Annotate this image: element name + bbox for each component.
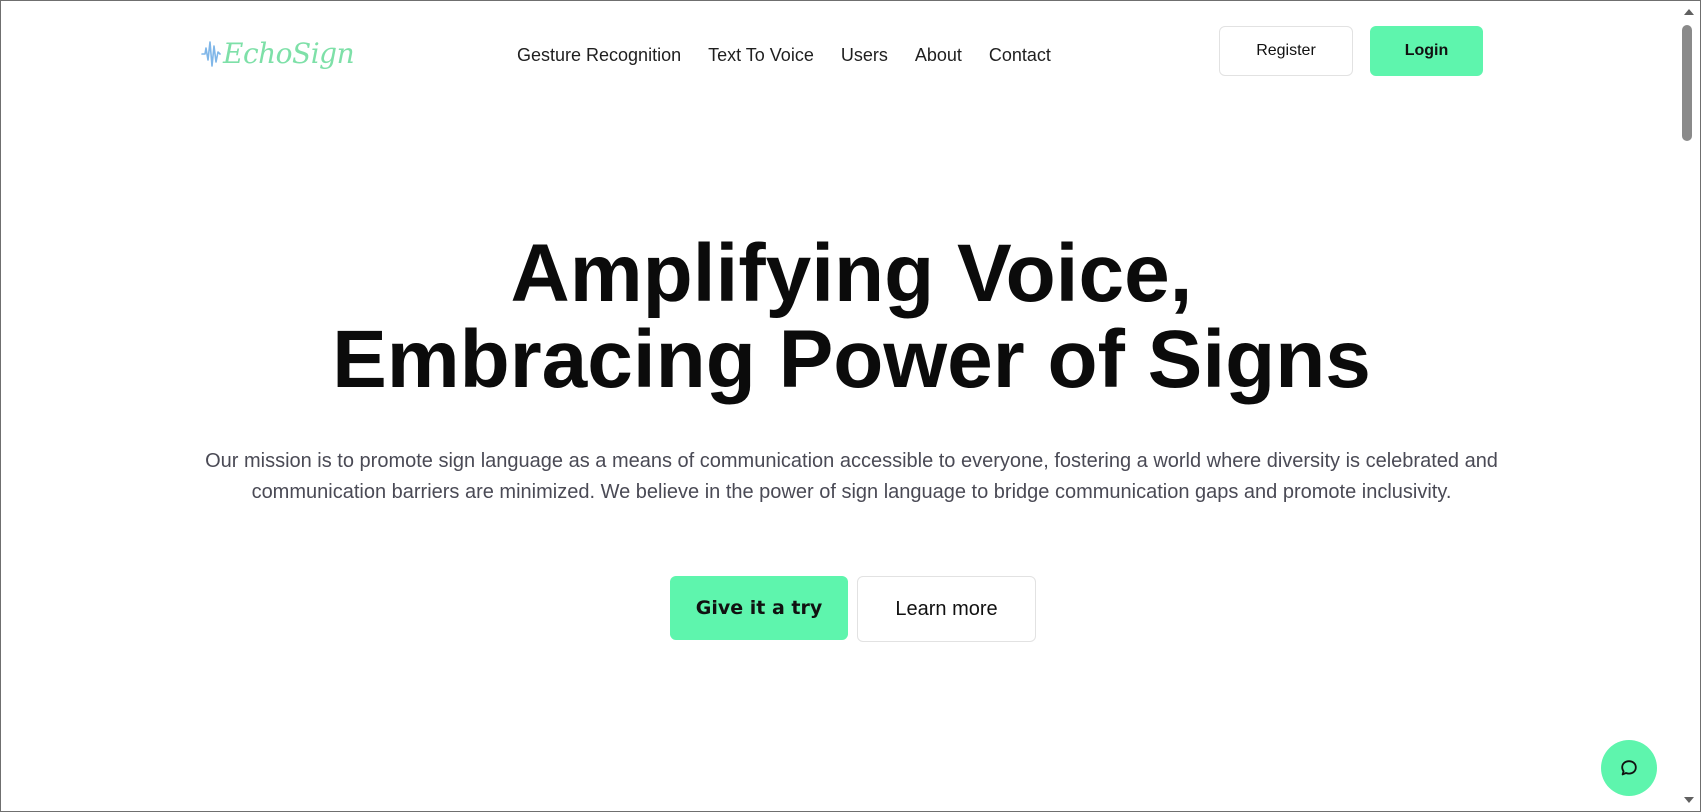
nav-gesture-recognition[interactable]: Gesture Recognition [517,43,681,67]
scrollbar-thumb[interactable] [1682,25,1692,141]
brand-logo[interactable]: EchoSign [201,32,355,76]
nav-users[interactable]: Users [841,43,888,67]
sound-wave-icon [201,41,221,67]
logo-text: EchoSign [223,37,355,70]
scroll-up-arrow-icon[interactable] [1684,9,1694,15]
give-it-a-try-button[interactable]: Give it a try [670,576,848,640]
chat-button[interactable] [1601,740,1657,796]
main-nav: Gesture Recognition Text To Voice Users … [517,43,1051,67]
vertical-scrollbar[interactable] [1678,1,1700,811]
nav-about[interactable]: About [915,43,962,67]
hero-title-line-1: Amplifying Voice, [510,228,1193,319]
browser-viewport: EchoSign Gesture Recognition Text To Voi… [0,0,1701,812]
hero-title: Amplifying Voice, Embracing Power of Sig… [1,228,1700,405]
nav-contact[interactable]: Contact [989,43,1051,67]
mission-text: Our mission is to promote sign language … [205,450,1498,503]
chat-bubble-icon [1621,760,1637,776]
login-button[interactable]: Login [1370,26,1483,76]
scroll-down-arrow-icon[interactable] [1684,797,1694,803]
learn-more-button[interactable]: Learn more [857,576,1036,642]
hero-title-line-2: Embracing Power of Signs [332,314,1371,405]
nav-text-to-voice[interactable]: Text To Voice [708,43,814,67]
register-button[interactable]: Register [1219,26,1353,76]
